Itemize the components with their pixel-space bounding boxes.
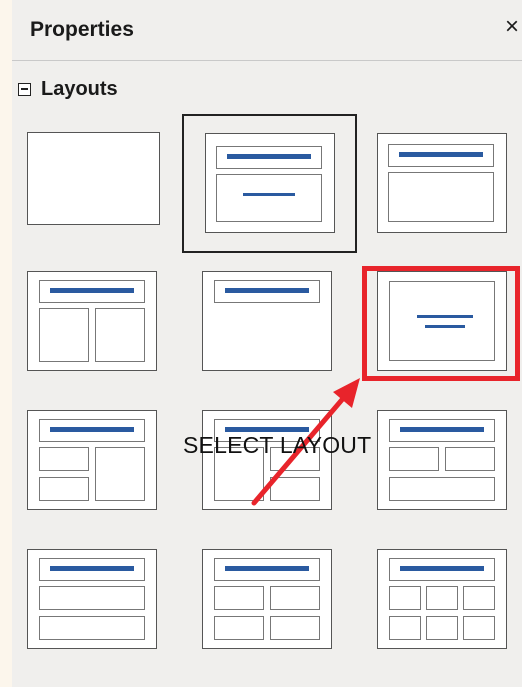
select-layout-caption: SELECT LAYOUT [183, 432, 372, 458]
pointer-arrow-icon [251, 378, 360, 506]
